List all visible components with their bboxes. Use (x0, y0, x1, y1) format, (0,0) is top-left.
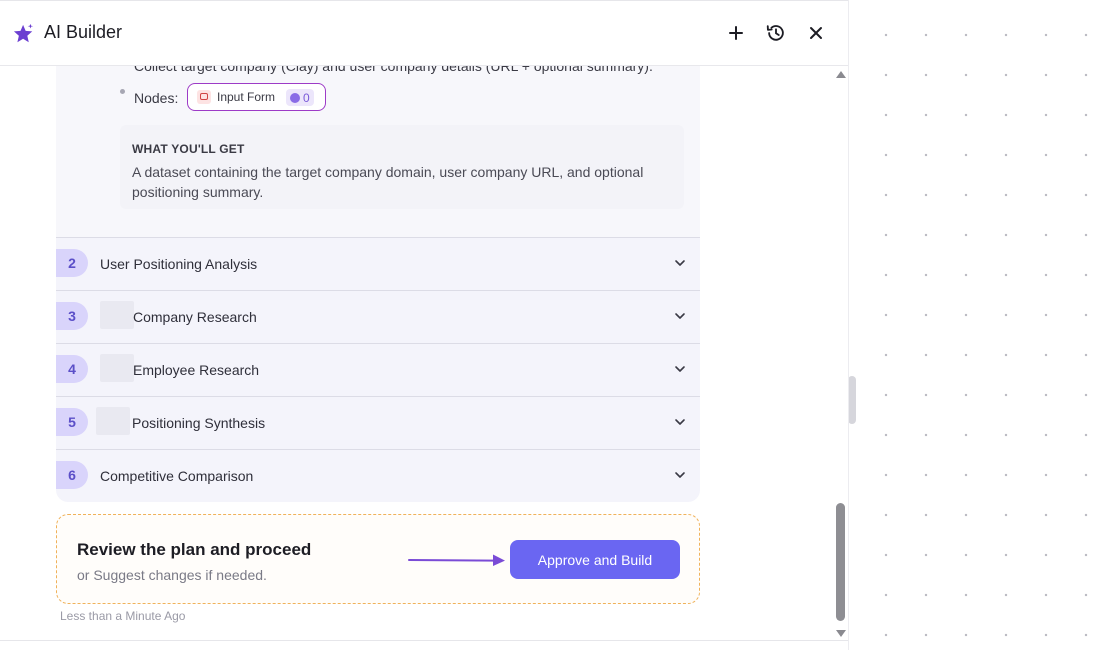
message-timestamp: Less than a Minute Ago (60, 609, 186, 623)
workflow-canvas[interactable] (856, 0, 1108, 650)
ai-builder-panel: AI Builder Collect target company (Clay)… (0, 0, 849, 650)
step-label: Company Research (133, 309, 257, 325)
step-1-description: Collect target company (Clay) and user c… (134, 66, 653, 74)
step-number: 5 (56, 408, 88, 436)
chevron-down-icon (675, 313, 685, 319)
node-label: Input Form (217, 90, 276, 104)
scrollbar-thumb[interactable] (836, 503, 845, 621)
nodes-label: Nodes: (134, 90, 179, 106)
panel-title: AI Builder (44, 22, 123, 42)
node-chip-input-form[interactable]: Input Form 0 (187, 83, 326, 111)
input-form-icon (197, 90, 211, 104)
plan-step-5[interactable]: 5 Positioning Synthesis (56, 396, 700, 450)
node-credit-badge: 0 (286, 89, 314, 106)
plan-steps-list: 2 User Positioning Analysis 3 Company Re… (56, 237, 700, 502)
step-number: 4 (56, 355, 88, 383)
chevron-down-icon (675, 260, 685, 266)
review-subtitle: or Suggest changes if needed. (77, 567, 267, 583)
chevron-down-icon (675, 366, 685, 372)
footer-divider (0, 640, 848, 641)
plan-step-2[interactable]: 2 User Positioning Analysis (56, 237, 700, 291)
redacted-text (100, 354, 134, 382)
step-label: Positioning Synthesis (132, 415, 266, 431)
chat-scroll-area[interactable]: Collect target company (Clay) and user c… (0, 66, 832, 640)
plan-step-6[interactable]: 6 Competitive Comparison (56, 449, 700, 502)
step-number: 6 (56, 461, 88, 489)
approve-and-build-button[interactable]: Approve and Build (510, 540, 680, 579)
panel-scrollbar[interactable] (834, 66, 848, 640)
what-you-get-description: A dataset containing the target company … (132, 164, 644, 200)
close-icon (810, 27, 822, 39)
review-title: Review the plan and proceed (77, 540, 312, 559)
plan-step-4[interactable]: 4 Employee Research (56, 343, 700, 397)
panel-resize-handle[interactable] (848, 376, 856, 424)
panel-header: AI Builder (0, 1, 848, 66)
step-number: 2 (56, 249, 88, 277)
plan-step-3[interactable]: 3 Company Research (56, 290, 700, 344)
step-label: User Positioning Analysis (100, 256, 258, 272)
step-label: Employee Research (133, 362, 260, 378)
history-button[interactable] (764, 21, 788, 45)
step-label: Competitive Comparison (100, 468, 254, 484)
review-plan-card: Review the plan and proceed or Suggest c… (56, 514, 700, 604)
chevron-down-icon (675, 419, 685, 425)
ai-builder-logo-icon (13, 23, 34, 43)
add-button[interactable] (724, 21, 748, 45)
chevron-down-icon (675, 472, 685, 478)
plus-icon (729, 26, 743, 40)
step-number: 3 (56, 302, 88, 330)
credit-icon (290, 92, 300, 103)
close-button[interactable] (804, 21, 828, 45)
redacted-text (100, 301, 134, 329)
node-credit-count: 0 (303, 90, 310, 105)
arrow-right-icon (408, 554, 505, 566)
what-you-get-heading: WHAT YOU'LL GET (132, 142, 245, 156)
redacted-text (96, 407, 130, 435)
bullet-dot (120, 89, 125, 94)
history-icon (766, 25, 784, 41)
scroll-up-arrow-icon[interactable] (836, 71, 846, 78)
scroll-down-arrow-icon[interactable] (836, 630, 846, 637)
